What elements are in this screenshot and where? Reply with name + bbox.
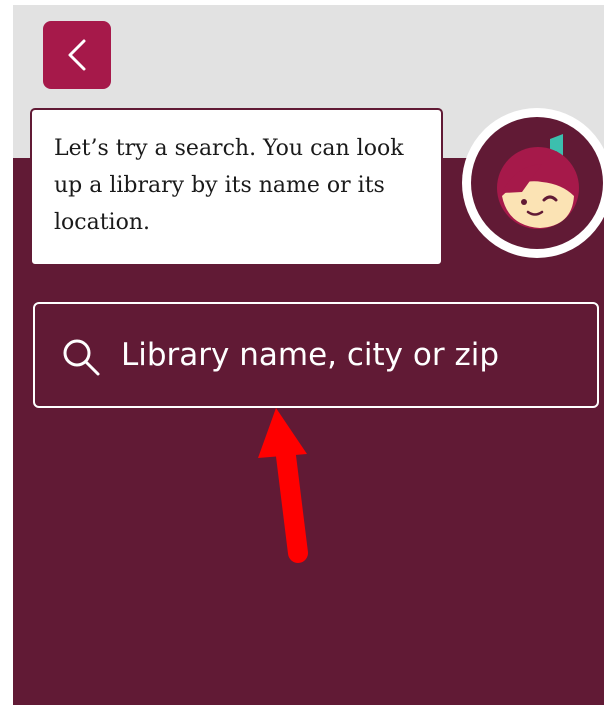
back-button[interactable]	[43, 21, 111, 89]
search-input[interactable]	[121, 330, 581, 380]
onboarding-screen: Let’s try a search. You can look up a li…	[13, 5, 604, 705]
libby-mascot-icon	[471, 117, 603, 249]
tooltip-text: Let’s try a search. You can look up a li…	[54, 136, 404, 235]
search-icon	[63, 339, 100, 376]
library-search-field[interactable]	[33, 302, 599, 408]
coach-tooltip: Let’s try a search. You can look up a li…	[30, 108, 443, 266]
chevron-left-icon	[68, 39, 86, 71]
mascot-avatar	[462, 108, 604, 258]
